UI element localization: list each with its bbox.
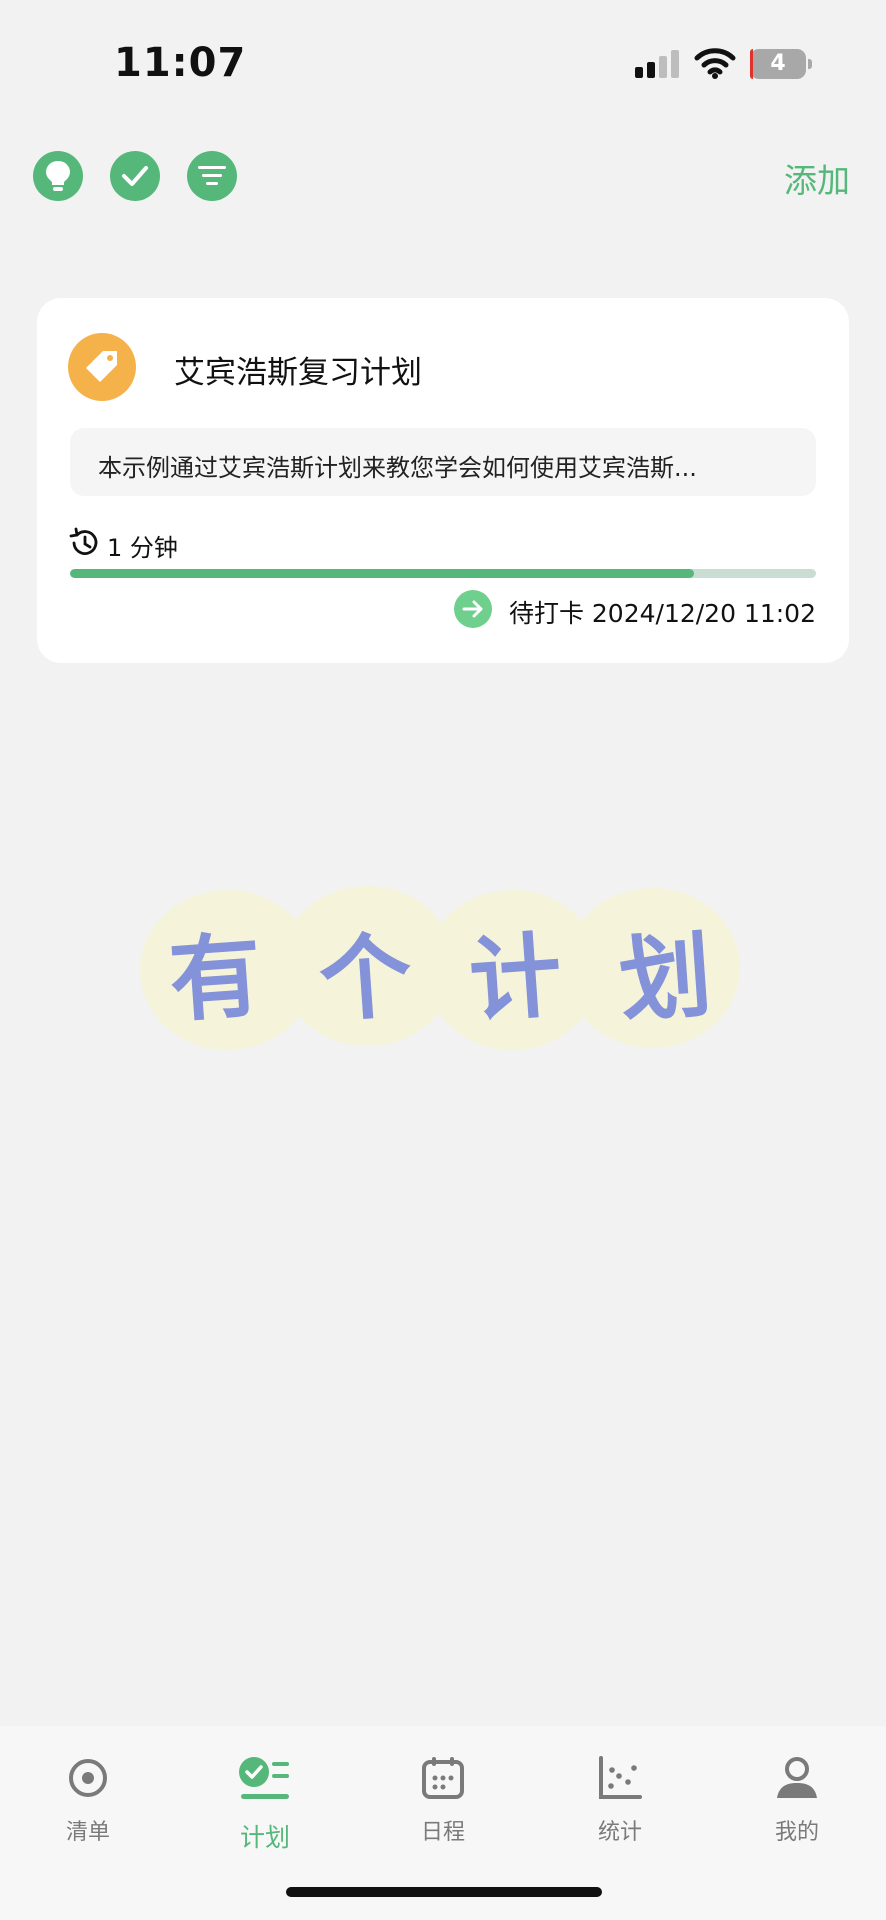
arrow-right-icon: [462, 600, 483, 618]
check-icon: [122, 166, 148, 186]
tab-me[interactable]: 我的: [737, 1756, 857, 1876]
decorative-char: 个: [315, 921, 416, 1035]
target-icon: [69, 1759, 107, 1797]
tab-plan[interactable]: 计划: [205, 1756, 325, 1876]
tab-statistics[interactable]: 统计: [560, 1756, 680, 1876]
sort-filter-button[interactable]: [187, 151, 237, 201]
plan-card[interactable]: 艾宾浩斯复习计划 本示例通过艾宾浩斯计划来教您学会如何使用艾宾浩斯... 1 分…: [37, 298, 849, 663]
battery-level: 4: [770, 51, 786, 76]
calendar-icon: [422, 1757, 464, 1799]
checkin-status: 待打卡 2024/12/20 11:02: [508, 599, 816, 628]
tab-schedule[interactable]: 日程: [383, 1756, 503, 1876]
plan-badge: [68, 333, 136, 401]
plan-progress-fill: [70, 569, 694, 578]
plan-description: 本示例通过艾宾浩斯计划来教您学会如何使用艾宾浩斯...: [98, 454, 697, 482]
history-clock-icon: [69, 527, 98, 555]
tab-label: 统计: [597, 1820, 642, 1845]
tips-button[interactable]: [33, 151, 83, 201]
tab-label: 日程: [420, 1820, 465, 1845]
plan-checklist-icon: [239, 1757, 289, 1799]
decorative-title-text: 有个计划: [140, 890, 740, 1050]
tab-label: 清单: [65, 1820, 110, 1845]
decorative-title: 有个计划: [140, 886, 740, 1050]
completed-filter-button[interactable]: [110, 151, 160, 201]
decorative-char: 有: [165, 921, 266, 1035]
status-time: 11:07: [114, 40, 247, 86]
add-button[interactable]: 添加: [784, 154, 850, 202]
battery-indicator: 4: [750, 49, 812, 81]
bulb-icon: [46, 161, 70, 191]
home-indicator[interactable]: [286, 1887, 602, 1897]
person-icon: [777, 1757, 817, 1798]
plan-title: 艾宾浩斯复习计划: [174, 355, 422, 391]
tab-label: 我的: [774, 1820, 819, 1845]
status-bar: 11:07 4: [0, 0, 886, 110]
tag-icon: [86, 351, 117, 382]
plan-description-box: 本示例通过艾宾浩斯计划来教您学会如何使用艾宾浩斯...: [70, 428, 816, 496]
wifi-icon: [694, 48, 736, 79]
tab-label: 计划: [239, 1823, 290, 1852]
tab-list[interactable]: 清单: [28, 1756, 148, 1876]
decorative-char: 计: [465, 921, 566, 1035]
checkin-arrow-button[interactable]: [454, 590, 492, 628]
decorative-char: 划: [615, 921, 716, 1035]
scatter-chart-icon: [599, 1756, 642, 1799]
filter-icon: [198, 166, 226, 185]
plan-duration: 1 分钟: [107, 534, 178, 562]
plan-progress-bar: [70, 569, 816, 578]
cellular-signal-icon: [635, 50, 679, 78]
